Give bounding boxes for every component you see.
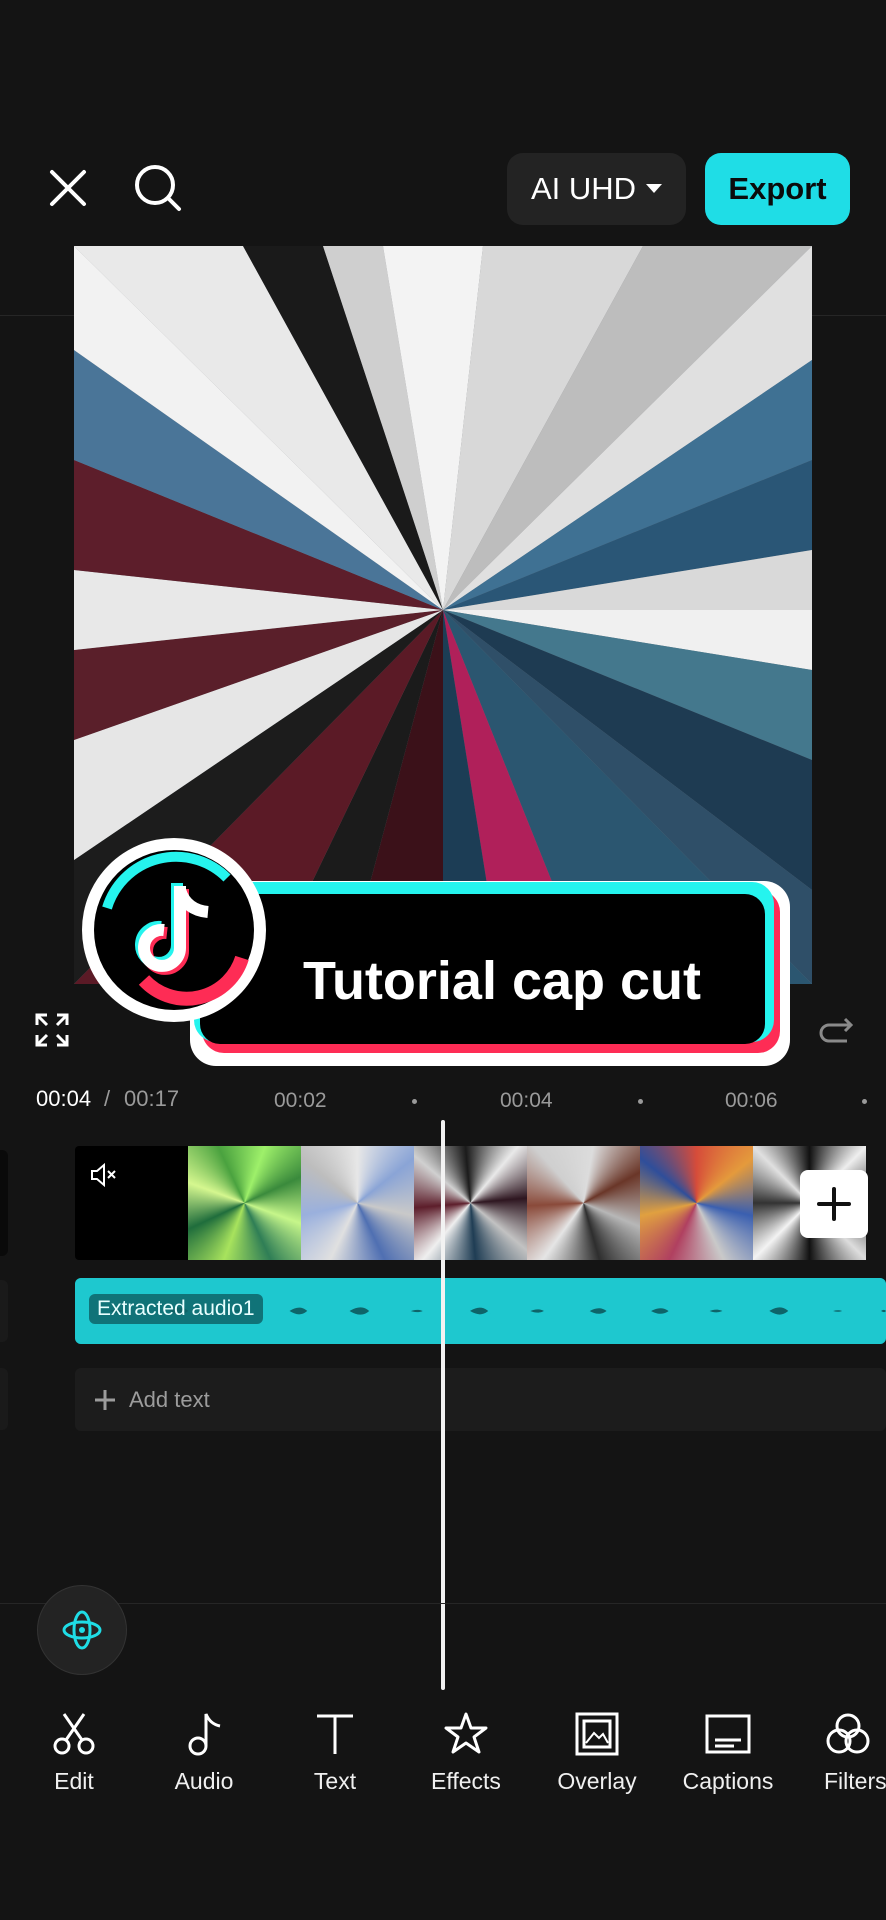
star-icon xyxy=(444,1712,488,1754)
tool-label: Captions xyxy=(682,1768,774,1794)
clip-thumbnail xyxy=(301,1146,414,1260)
clip-thumbnail xyxy=(640,1146,753,1260)
tool-text[interactable]: Text xyxy=(275,1710,395,1795)
audio-track[interactable]: Extracted audio1 xyxy=(75,1278,886,1344)
captions-icon xyxy=(705,1714,751,1754)
clip-thumbnail xyxy=(75,1146,188,1260)
quality-label: AI UHD xyxy=(530,171,637,206)
tool-label: Edit xyxy=(54,1768,94,1794)
tick-label: 00:02 xyxy=(274,1089,327,1112)
mute-icon[interactable] xyxy=(89,1160,119,1190)
tool-effects[interactable]: Effects xyxy=(406,1710,526,1795)
fullscreen-icon[interactable] xyxy=(32,1010,72,1050)
tick-label: 00:06 xyxy=(725,1089,778,1112)
plus-icon xyxy=(817,1187,851,1221)
add-clip-button[interactable] xyxy=(800,1170,868,1238)
close-icon[interactable] xyxy=(40,160,96,216)
tool-overlay[interactable]: Overlay xyxy=(537,1710,657,1795)
tick-label: 00:04 xyxy=(500,1089,553,1112)
tool-filters[interactable]: Filters xyxy=(798,1710,886,1795)
caret-down-icon xyxy=(646,184,663,193)
add-text-track[interactable]: Add text xyxy=(75,1368,886,1431)
music-note-icon xyxy=(188,1713,221,1756)
filters-icon xyxy=(826,1713,870,1754)
clip-thumbnail xyxy=(527,1146,640,1260)
tool-label: Text xyxy=(313,1768,357,1794)
divider xyxy=(0,1603,886,1604)
tool-captions[interactable]: Captions xyxy=(668,1710,788,1795)
audio-clip-label: Extracted audio1 xyxy=(89,1294,263,1324)
clip-thumbnail xyxy=(414,1146,527,1260)
tiktok-title-sticker[interactable]: Tutorial cap cut xyxy=(82,838,802,1083)
total-time: 00:17 xyxy=(124,1086,180,1111)
search-icon[interactable] xyxy=(130,160,186,216)
overlay-icon xyxy=(575,1712,619,1756)
tool-audio[interactable]: Audio xyxy=(144,1710,264,1795)
tool-label: Overlay xyxy=(557,1768,637,1794)
tool-edit[interactable]: Edit xyxy=(14,1710,134,1795)
orbit-icon xyxy=(62,1610,102,1650)
plus-icon xyxy=(95,1389,115,1410)
tool-label: Filters xyxy=(824,1768,886,1794)
text-icon xyxy=(317,1714,353,1754)
bottom-toolbar: Edit Audio Text Effects Overlay Captions… xyxy=(0,1710,886,1850)
quality-selector[interactable]: AI UHD xyxy=(507,153,686,225)
playhead[interactable] xyxy=(441,1120,445,1690)
current-time: 00:04 xyxy=(36,1086,92,1111)
track-handle[interactable] xyxy=(0,1368,8,1430)
ai-assistant-button[interactable] xyxy=(37,1585,127,1675)
video-track[interactable] xyxy=(75,1146,886,1260)
sticker-text: Tutorial cap cut xyxy=(302,951,702,1011)
tool-label: Effects xyxy=(431,1768,501,1794)
time-separator: / xyxy=(104,1086,111,1111)
tick-dot xyxy=(862,1099,867,1104)
tick-dot xyxy=(412,1099,417,1104)
tick-dot xyxy=(638,1099,643,1104)
clip-thumbnail xyxy=(188,1146,301,1260)
tool-label: Audio xyxy=(174,1768,234,1794)
export-button[interactable]: Export xyxy=(705,153,850,225)
add-text-label: Add text xyxy=(129,1386,210,1412)
track-handle[interactable] xyxy=(0,1280,8,1342)
track-handle[interactable] xyxy=(0,1150,8,1256)
redo-icon[interactable] xyxy=(816,1010,856,1050)
scissors-icon xyxy=(53,1713,95,1755)
